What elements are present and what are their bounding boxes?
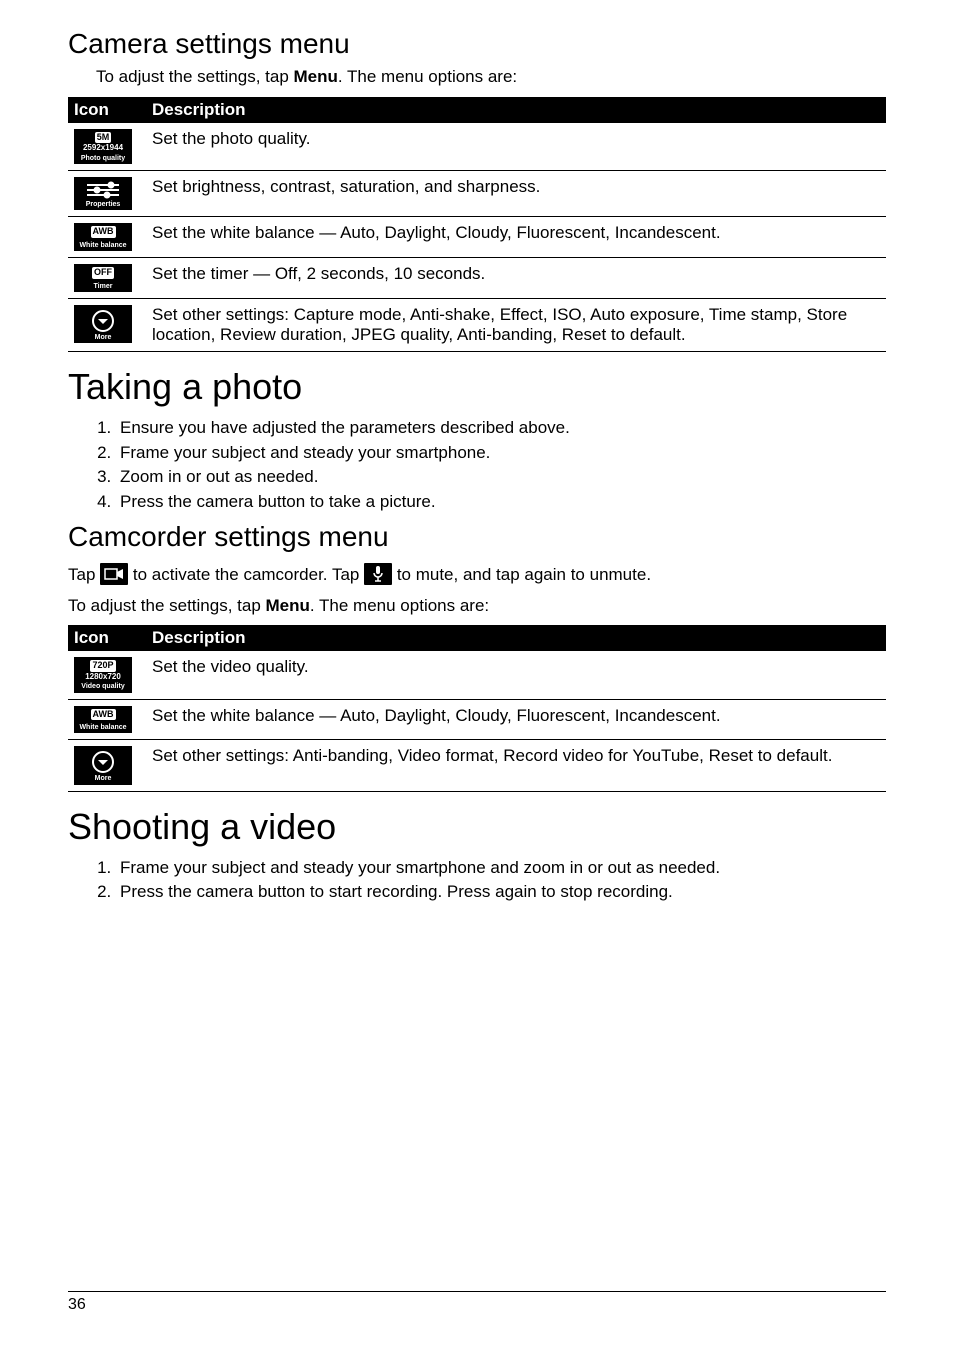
video-quality-icon: 720P 1280x720 Video quality — [74, 657, 132, 692]
camera-settings-table: Icon Description 5M 2592x1944 Photo qual… — [68, 97, 886, 352]
intro-text: To adjust the settings, tap — [68, 596, 266, 615]
table-row: 5M 2592x1944 Photo quality Set the photo… — [68, 123, 886, 171]
cell-description: Set the video quality. — [146, 651, 886, 699]
icon-chip: AWB — [91, 226, 116, 237]
table-header-row: Icon Description — [68, 97, 886, 123]
list-item: Frame your subject and steady your smart… — [116, 856, 886, 881]
camcorder-activate-line: Tap to activate the camcorder. Tap to mu… — [68, 563, 886, 587]
list-item: Press the camera button to take a pictur… — [116, 490, 886, 515]
more-icon: More — [74, 746, 132, 784]
th-icon: Icon — [68, 625, 146, 651]
icon-label: Properties — [76, 201, 130, 208]
th-description: Description — [146, 97, 886, 123]
list-item: Press the camera button to start recordi… — [116, 880, 886, 905]
camera-settings-heading: Camera settings menu — [68, 28, 886, 60]
camcorder-settings-heading: Camcorder settings menu — [68, 521, 886, 553]
table-row: OFF Timer Set the timer — Off, 2 seconds… — [68, 258, 886, 299]
icon-label: More — [76, 775, 130, 782]
table-row: AWB White balance Set the white balance … — [68, 699, 886, 740]
page-footer: 36 — [68, 1291, 886, 1314]
list-item: Ensure you have adjusted the parameters … — [116, 416, 886, 441]
icon-label: More — [76, 334, 130, 341]
more-icon: More — [74, 305, 132, 343]
list-item: Frame your subject and steady your smart… — [116, 441, 886, 466]
table-row: 720P 1280x720 Video quality Set the vide… — [68, 651, 886, 699]
camera-settings-intro: To adjust the settings, tap Menu. The me… — [96, 66, 886, 89]
table-row: More Set other settings: Anti-banding, V… — [68, 740, 886, 791]
list-item: Zoom in or out as needed. — [116, 465, 886, 490]
cell-description: Set other settings: Capture mode, Anti-s… — [146, 299, 886, 352]
camcorder-icon — [100, 563, 128, 585]
table-row: AWB White balance Set the white balance … — [68, 217, 886, 258]
table-row: Properties Set brightness, contrast, sat… — [68, 171, 886, 217]
cell-description: Set the photo quality. — [146, 123, 886, 171]
shooting-video-heading: Shooting a video — [68, 806, 886, 848]
icon-label: White balance — [76, 724, 130, 731]
cell-description: Set brightness, contrast, saturation, an… — [146, 171, 886, 217]
intro-text-post: . The menu options are: — [338, 67, 517, 86]
cell-description: Set the white balance — Auto, Daylight, … — [146, 217, 886, 258]
cell-description: Set the timer — Off, 2 seconds, 10 secon… — [146, 258, 886, 299]
taking-photo-steps: Ensure you have adjusted the parameters … — [116, 416, 886, 515]
cell-description: Set the white balance — Auto, Daylight, … — [146, 699, 886, 740]
th-description: Description — [146, 625, 886, 651]
page-number: 36 — [68, 1296, 86, 1313]
text: to activate the camcorder. Tap — [133, 565, 364, 584]
menu-label: Menu — [294, 67, 338, 86]
menu-label: Menu — [266, 596, 310, 615]
icon-label: Photo quality — [76, 155, 130, 162]
camcorder-settings-table: Icon Description 720P 1280x720 Video qua… — [68, 625, 886, 791]
white-balance-icon: AWB White balance — [74, 223, 132, 251]
icon-chip: 720P — [90, 660, 115, 671]
intro-text: To adjust the settings, tap — [96, 67, 294, 86]
table-row: More Set other settings: Capture mode, A… — [68, 299, 886, 352]
white-balance-icon: AWB White balance — [74, 706, 132, 734]
taking-photo-heading: Taking a photo — [68, 366, 886, 408]
th-icon: Icon — [68, 97, 146, 123]
microphone-icon — [364, 563, 392, 585]
properties-icon: Properties — [74, 177, 132, 210]
icon-chip: OFF — [92, 267, 114, 278]
photo-quality-icon: 5M 2592x1944 Photo quality — [74, 129, 132, 164]
table-header-row: Icon Description — [68, 625, 886, 651]
icon-chip: AWB — [91, 709, 116, 720]
icon-label: White balance — [76, 242, 130, 249]
icon-sub: 2592x1944 — [76, 144, 130, 152]
icon-sub: 1280x720 — [76, 673, 130, 681]
icon-chip: 5M — [95, 132, 112, 143]
text: to mute, and tap again to unmute. — [397, 565, 651, 584]
icon-label: Video quality — [76, 683, 130, 690]
timer-icon: OFF Timer — [74, 264, 132, 292]
camcorder-settings-intro: To adjust the settings, tap Menu. The me… — [68, 595, 886, 618]
intro-text-post: . The menu options are: — [310, 596, 489, 615]
text: Tap — [68, 565, 100, 584]
cell-description: Set other settings: Anti-banding, Video … — [146, 740, 886, 791]
shooting-video-steps: Frame your subject and steady your smart… — [116, 856, 886, 905]
icon-label: Timer — [76, 283, 130, 290]
